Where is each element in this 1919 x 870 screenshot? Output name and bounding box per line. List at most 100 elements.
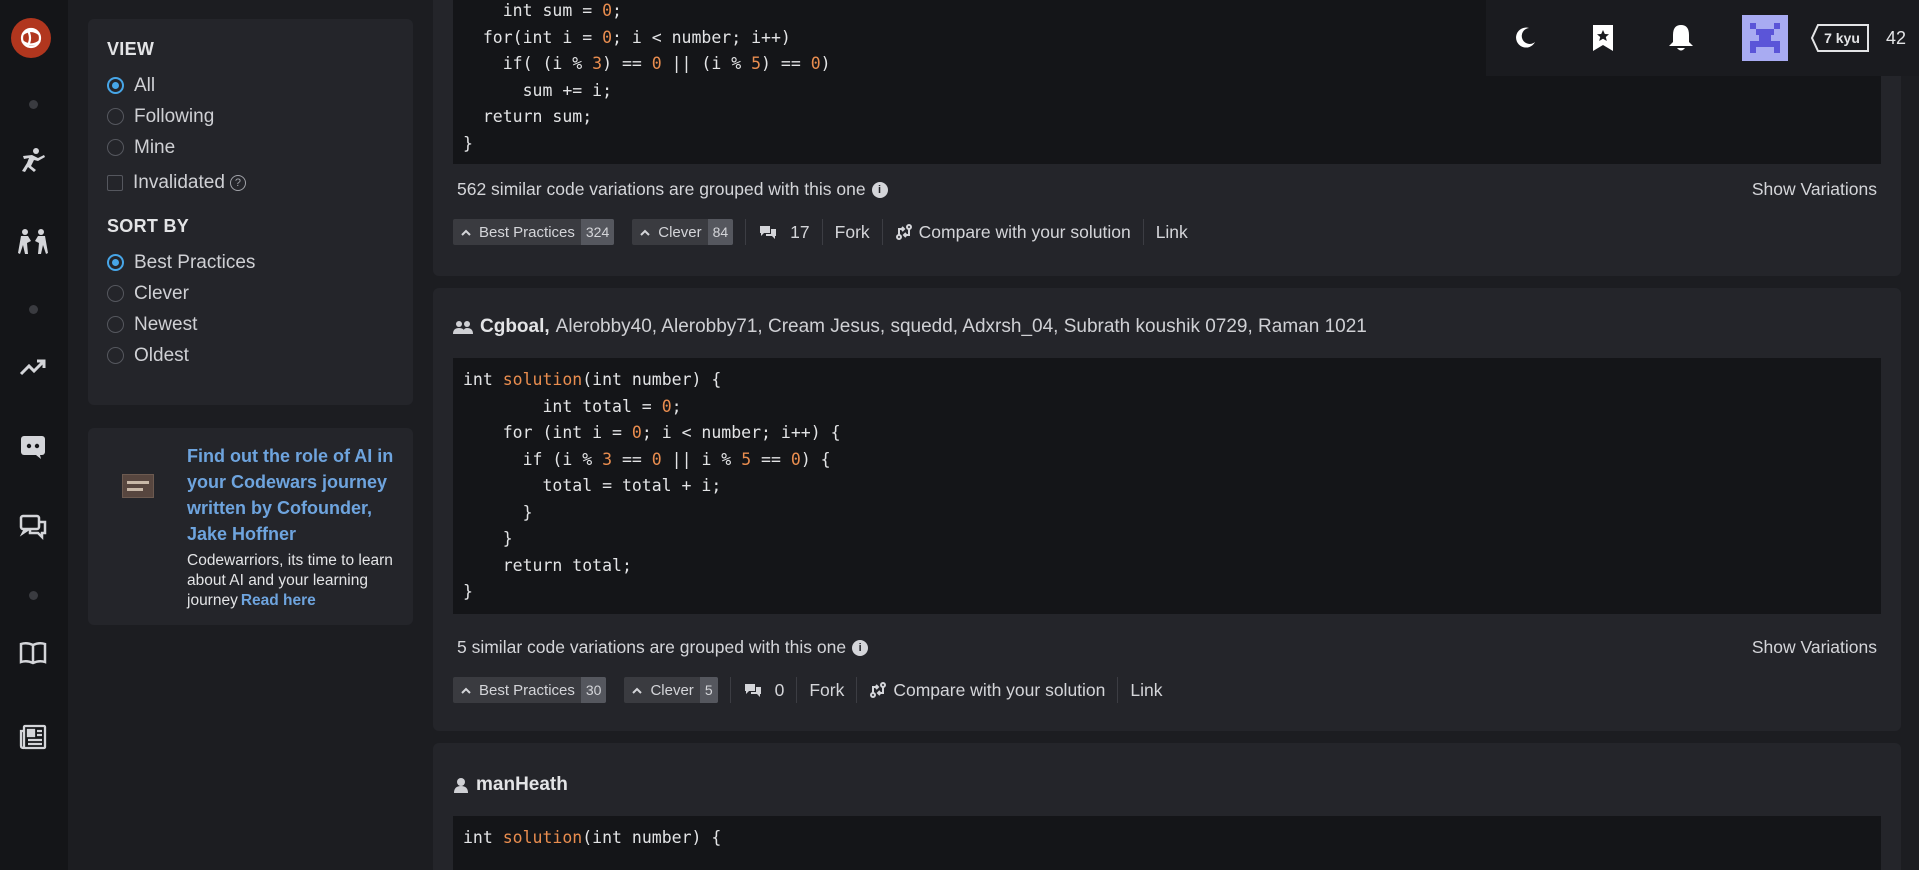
comments-icon <box>744 684 761 697</box>
view-option-mine[interactable]: Mine <box>107 132 394 163</box>
radio-selected-icon[interactable] <box>107 77 124 94</box>
code-block: int solution(int number) { <box>453 816 1881 870</box>
radio-selected-icon[interactable] <box>107 254 124 271</box>
best-practices-vote-button[interactable]: Best Practices 324 <box>453 219 615 245</box>
link-button[interactable]: Link <box>1130 680 1162 701</box>
best-practices-vote-button[interactable]: Best Practices 30 <box>453 677 607 703</box>
clever-vote-button[interactable]: Clever 5 <box>624 677 718 703</box>
radio-icon[interactable] <box>107 285 124 302</box>
vote-label: Clever <box>658 223 702 241</box>
comments-button[interactable]: 17 <box>758 222 810 243</box>
sort-option-label: Newest <box>134 313 198 335</box>
view-option-label: Mine <box>134 136 176 158</box>
codewars-logo-icon[interactable] <box>11 18 51 58</box>
sort-option-best-practices[interactable]: Best Practices <box>107 247 394 278</box>
vote-label: Best Practices <box>479 681 575 699</box>
main-author-link[interactable]: Cgboal, <box>480 316 550 338</box>
vote-count: 84 <box>707 219 734 245</box>
invalidated-checkbox[interactable] <box>107 174 123 191</box>
sort-option-label: Best Practices <box>134 251 256 273</box>
clever-vote-button[interactable]: Clever 84 <box>632 219 734 245</box>
radio-icon[interactable] <box>107 347 124 364</box>
radio-icon[interactable] <box>107 139 124 156</box>
compare-button[interactable]: Compare with your solution <box>869 680 1105 701</box>
bookmark-star-icon[interactable] <box>1586 21 1620 55</box>
notifications-bell-icon[interactable] <box>1664 21 1698 55</box>
top-bar: 7 kyu 42 <box>1486 0 1919 76</box>
view-heading: VIEW <box>107 39 155 59</box>
invalidated-label: Invalidated <box>133 171 225 193</box>
practice-icon[interactable] <box>16 225 50 259</box>
view-option-all[interactable]: All <box>107 70 394 101</box>
rail-separator-dot <box>29 591 38 600</box>
show-variations-button[interactable]: Show Variations <box>1752 179 1877 200</box>
blog-newspaper-icon[interactable] <box>16 720 50 754</box>
compare-icon <box>895 224 912 240</box>
chevron-up-icon <box>640 229 650 236</box>
compare-icon <box>870 682 887 698</box>
filter-panel: VIEW All Following Mine Invalidated ? SO… <box>88 19 413 405</box>
sidebar-rail <box>0 0 68 870</box>
dark-mode-moon-icon[interactable] <box>1508 21 1542 55</box>
show-variations-button[interactable]: Show Variations <box>1752 637 1877 658</box>
discord-icon[interactable] <box>16 430 50 464</box>
solution-card: Cgboal, Alerobby40, Alerobby71, Cream Je… <box>433 288 1901 731</box>
sort-option-clever[interactable]: Clever <box>107 278 394 309</box>
vote-label: Best Practices <box>479 223 575 241</box>
sort-option-label: Oldest <box>134 344 189 366</box>
sort-option-label: Clever <box>134 282 189 304</box>
info-icon[interactable]: i <box>852 639 869 656</box>
other-authors[interactable]: Alerobby40, Alerobby71, Cream Jesus, squ… <box>556 316 1367 338</box>
training-icon[interactable] <box>16 144 50 178</box>
promo-title-link[interactable]: Find out the role of AI in your Codewars… <box>187 443 399 547</box>
invalidated-checkbox-row[interactable]: Invalidated ? <box>107 167 394 198</box>
view-option-label: Following <box>134 105 215 127</box>
solution-actions: Best Practices 30 Clever 5 0 Fork Compar… <box>453 670 1881 710</box>
vote-label: Clever <box>650 681 694 699</box>
solution-actions: Best Practices 324 Clever 84 17 Fork Com… <box>453 212 1881 252</box>
rank-label: 7 kyu <box>1824 30 1860 46</box>
sort-option-oldest[interactable]: Oldest <box>107 340 394 371</box>
honor-score: 42 <box>1886 27 1907 48</box>
view-option-label: All <box>134 74 156 96</box>
main-author-link[interactable]: manHeath <box>476 774 568 796</box>
variations-row: 562 similar code variations are grouped … <box>453 170 1881 208</box>
sort-option-newest[interactable]: Newest <box>107 309 394 340</box>
compare-button[interactable]: Compare with your solution <box>895 222 1131 243</box>
promo-text: Codewarriors, its time to learn about AI… <box>187 551 399 611</box>
radio-icon[interactable] <box>107 108 124 125</box>
vote-count: 5 <box>699 677 718 703</box>
trending-icon[interactable] <box>16 350 50 384</box>
chevron-up-icon <box>632 687 643 694</box>
comments-button[interactable]: 0 <box>743 680 784 701</box>
promo-thumbnail <box>122 474 154 498</box>
user-icon <box>453 777 469 793</box>
users-group-icon <box>453 319 473 335</box>
solution-authors: Cgboal, Alerobby40, Alerobby71, Cream Je… <box>453 312 1881 342</box>
solution-card: manHeath int solution(int number) { <box>433 743 1901 870</box>
fork-button[interactable]: Fork <box>835 222 870 243</box>
view-option-following[interactable]: Following <box>107 101 394 132</box>
rail-separator-dot <box>29 305 38 314</box>
info-icon[interactable]: i <box>871 181 888 198</box>
variations-row: 5 similar code variations are grouped wi… <box>453 628 1881 666</box>
comments-icon <box>760 226 777 239</box>
user-avatar[interactable] <box>1742 15 1788 61</box>
promo-card: Find out the role of AI in your Codewars… <box>88 428 413 625</box>
code-block: int solution(int number) { int total = 0… <box>453 358 1881 614</box>
radio-icon[interactable] <box>107 316 124 333</box>
variations-text: 562 similar code variations are grouped … <box>457 178 866 199</box>
help-question-icon[interactable]: ? <box>229 174 246 191</box>
read-here-link[interactable]: Read here <box>241 592 316 609</box>
vote-count: 324 <box>580 219 615 245</box>
rail-separator-dot <box>29 100 38 109</box>
fork-button[interactable]: Fork <box>809 680 844 701</box>
chevron-up-icon <box>461 687 471 694</box>
link-button[interactable]: Link <box>1156 222 1188 243</box>
docs-book-icon[interactable] <box>16 636 50 670</box>
rank-badge[interactable]: 7 kyu <box>1810 23 1870 53</box>
chevron-up-icon <box>461 229 471 236</box>
solution-authors: manHeath <box>453 770 1881 800</box>
sort-heading: SORT BY <box>107 216 190 236</box>
discussions-icon[interactable] <box>16 510 50 544</box>
